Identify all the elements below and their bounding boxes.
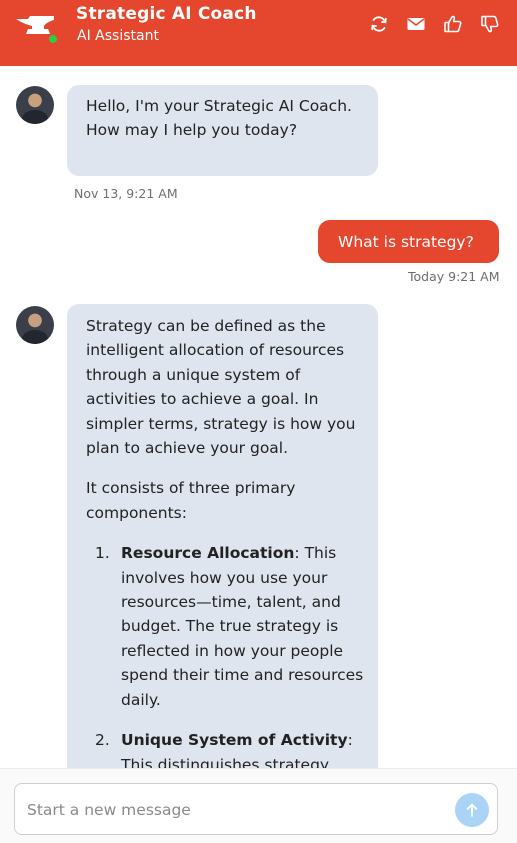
bot-message-bubble: Strategy can be defined as the intellige… bbox=[67, 304, 378, 768]
answer-list-item: 1. Resource Allocation: This involves ho… bbox=[86, 541, 371, 712]
chat-subtitle: AI Assistant bbox=[77, 28, 159, 44]
coach-avatar bbox=[16, 86, 54, 124]
coach-avatar bbox=[16, 306, 54, 344]
composer-area bbox=[0, 768, 517, 843]
thumbs-down-icon[interactable] bbox=[480, 14, 500, 34]
user-message-bubble: What is strategy? bbox=[318, 220, 499, 263]
list-number: 1. bbox=[95, 544, 110, 563]
list-item-title: Unique System of Activity bbox=[121, 731, 348, 750]
answer-paragraph: It consists of three primary components: bbox=[86, 479, 296, 522]
bot-greeting-text: Hello, I'm your Strategic AI Coach. How … bbox=[86, 97, 352, 140]
arrow-up-icon bbox=[466, 803, 478, 817]
list-item-text: : This involves how you use your resourc… bbox=[121, 544, 364, 709]
answer-paragraph: Strategy can be defined as the intellige… bbox=[86, 317, 356, 458]
send-button[interactable] bbox=[455, 793, 489, 827]
refresh-icon[interactable] bbox=[369, 14, 389, 34]
chat-header: Strategic AI Coach AI Assistant bbox=[0, 0, 517, 66]
message-input[interactable] bbox=[27, 798, 447, 822]
bot-greeting-timestamp: Nov 13, 9:21 AM bbox=[74, 186, 178, 201]
list-number: 2. bbox=[95, 731, 110, 750]
answer-list-item: 2. Unique System of Activity: This disti… bbox=[86, 728, 371, 768]
online-status-icon bbox=[48, 34, 58, 44]
thumbs-up-icon[interactable] bbox=[443, 14, 463, 34]
user-question-text: What is strategy? bbox=[338, 233, 474, 251]
chat-title: Strategic AI Coach bbox=[76, 4, 257, 24]
message-composer bbox=[14, 783, 498, 835]
bot-message-bubble: Hello, I'm your Strategic AI Coach. How … bbox=[67, 85, 378, 176]
list-item-title: Resource Allocation bbox=[121, 544, 295, 563]
user-question-timestamp: Today 9:21 AM bbox=[408, 269, 500, 284]
mail-icon[interactable] bbox=[406, 14, 426, 34]
chat-transcript[interactable]: Hello, I'm your Strategic AI Coach. How … bbox=[0, 66, 517, 768]
